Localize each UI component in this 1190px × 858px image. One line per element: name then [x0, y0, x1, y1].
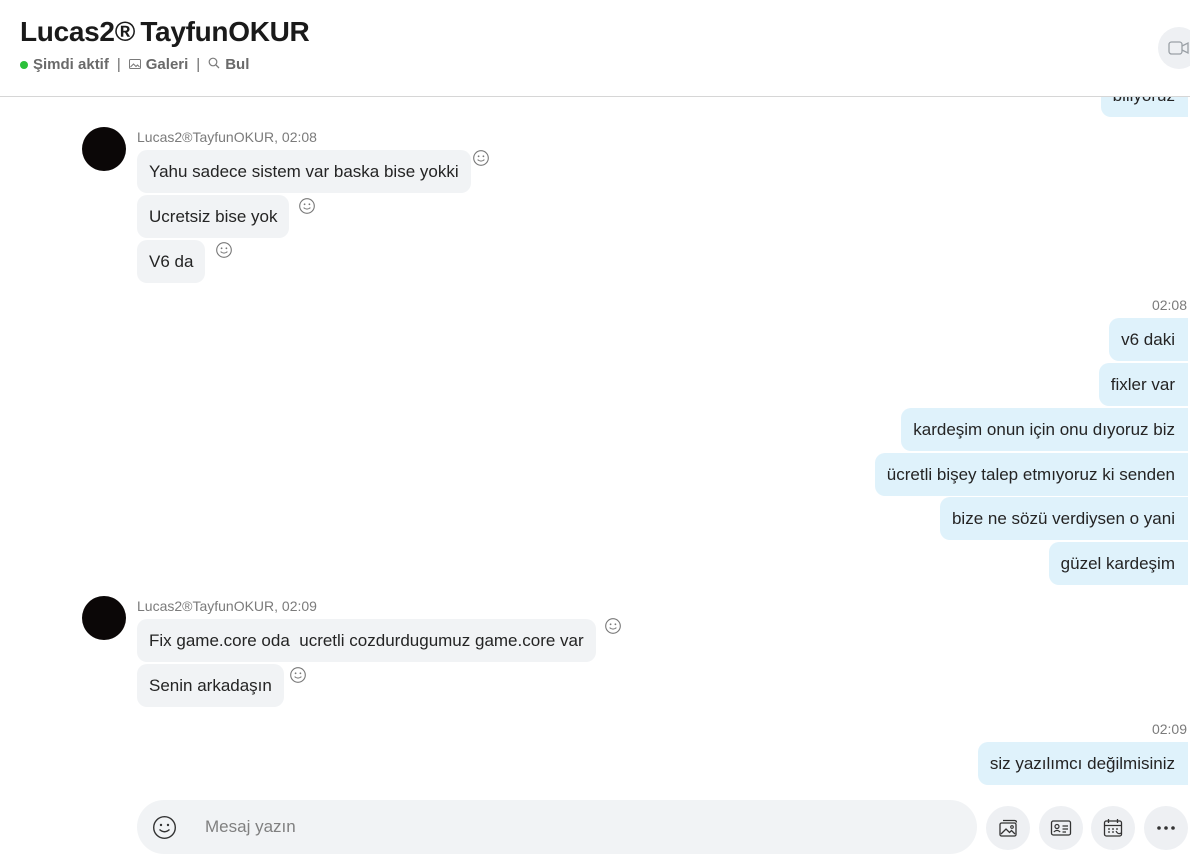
message-bubble-outgoing[interactable]: bize ne sözü verdiysen o yani — [939, 497, 1188, 540]
separator: | — [116, 56, 121, 73]
separator: | — [196, 56, 201, 73]
contact-name[interactable]: Lucas2® TayfunOKUR — [20, 16, 310, 48]
gallery-link[interactable]: Galeri — [128, 56, 189, 73]
media-icon — [999, 819, 1018, 837]
message-bubble-outgoing[interactable]: biliyoruz — [1100, 97, 1188, 117]
contact-card-icon — [1050, 820, 1072, 836]
status-text: Şimdi aktif — [33, 56, 109, 73]
reaction-smiley-icon[interactable] — [215, 241, 233, 259]
avatar[interactable] — [82, 596, 126, 640]
search-icon — [208, 57, 220, 72]
message-input[interactable] — [205, 812, 945, 842]
message-list[interactable]: biliyoruz Lucas2®TayfunOKUR, 02:08 Yahu … — [0, 97, 1190, 797]
message-bubble-outgoing[interactable]: fixler var — [1098, 363, 1188, 406]
reaction-smiley-icon[interactable] — [472, 149, 490, 167]
sender-label: Lucas2®TayfunOKUR, 02:08 — [137, 129, 317, 145]
find-link[interactable]: Bul — [208, 56, 249, 73]
message-bubble-incoming[interactable]: Ucretsiz bise yok — [137, 195, 290, 238]
video-call-icon — [1168, 41, 1189, 55]
video-call-button[interactable] — [1158, 27, 1190, 69]
reaction-smiley-icon[interactable] — [298, 197, 316, 215]
message-bubble-incoming[interactable]: V6 da — [137, 240, 206, 283]
avatar[interactable] — [82, 127, 126, 171]
gallery-label: Galeri — [145, 56, 189, 73]
send-media-button[interactable] — [986, 806, 1030, 850]
reaction-smiley-icon[interactable] — [289, 666, 307, 684]
message-bubble-incoming[interactable]: Fix game.core oda ucretli cozdurdugumuz … — [137, 619, 596, 662]
message-bubble-outgoing[interactable]: v6 daki — [1109, 318, 1188, 361]
message-bubble-incoming[interactable]: Senin arkadaşın — [137, 664, 284, 707]
message-timestamp: 02:08 — [1151, 297, 1187, 313]
gallery-icon — [128, 58, 141, 72]
message-bubble-incoming[interactable]: Yahu sadece sistem var baska bise yokki — [137, 150, 471, 193]
more-options-button[interactable] — [1144, 806, 1188, 850]
sender-label: Lucas2®TayfunOKUR, 02:09 — [137, 598, 317, 614]
message-composer — [137, 800, 977, 854]
chat-header: Lucas2® TayfunOKUR Şimdi aktif | Galeri … — [0, 0, 1190, 97]
emoji-picker-icon[interactable] — [152, 815, 177, 840]
message-timestamp: 02:09 — [1151, 721, 1187, 737]
reaction-smiley-icon[interactable] — [604, 617, 622, 635]
message-bubble-outgoing[interactable]: ücretli bişey talep etmıyoruz ki senden — [874, 453, 1188, 496]
find-label: Bul — [225, 56, 250, 73]
calendar-icon — [1103, 819, 1123, 837]
online-status-dot — [20, 60, 28, 69]
header-subline: Şimdi aktif | Galeri | Bul — [20, 56, 249, 73]
share-contact-button[interactable] — [1039, 806, 1083, 850]
schedule-call-button[interactable] — [1091, 806, 1135, 850]
message-bubble-outgoing[interactable]: güzel kardeşim — [1048, 542, 1188, 585]
message-bubble-outgoing[interactable]: kardeşim onun için onu dıyoruz biz — [901, 408, 1188, 451]
more-icon — [1157, 826, 1175, 830]
message-bubble-outgoing[interactable]: siz yazılımcı değilmisiniz — [977, 742, 1188, 785]
